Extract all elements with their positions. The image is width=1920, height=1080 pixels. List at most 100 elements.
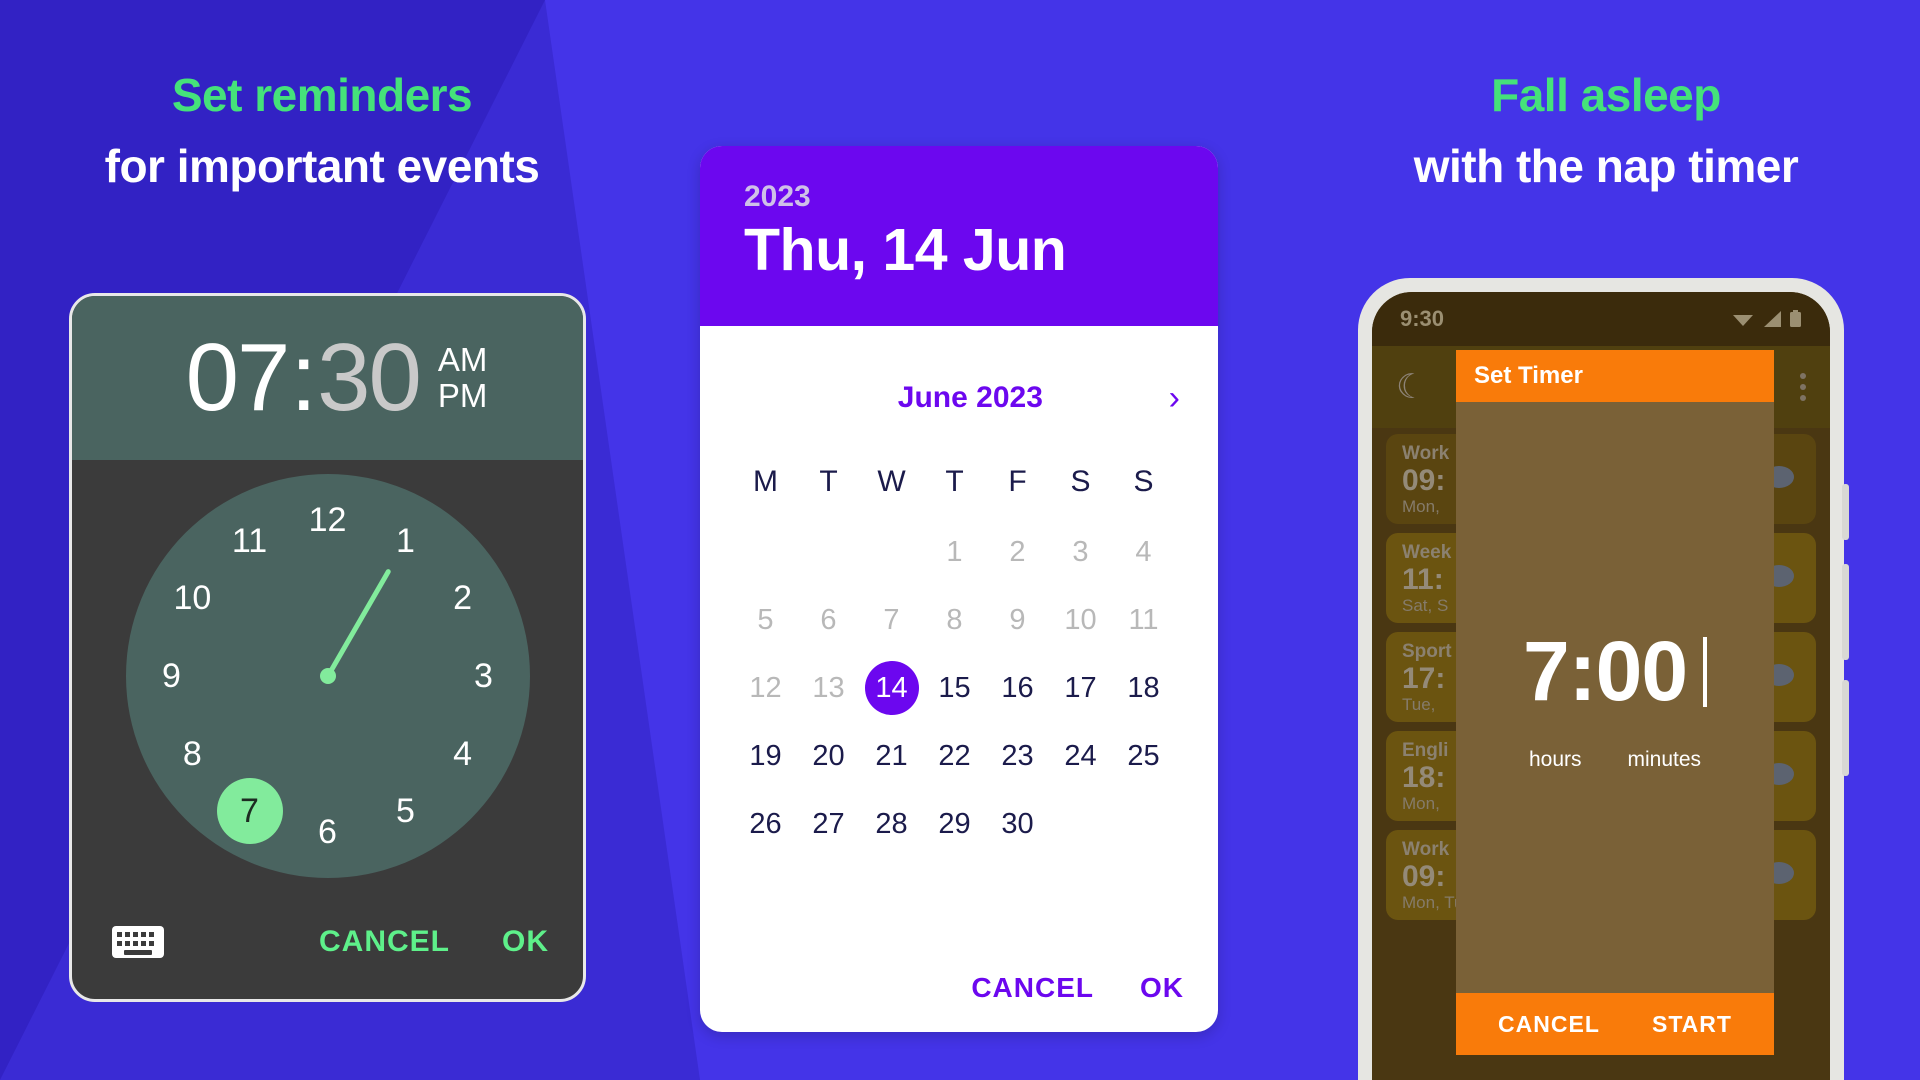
am-pm-selector[interactable]: AM PM: [438, 342, 488, 413]
calendar-day-15[interactable]: 15: [923, 654, 986, 722]
phone-screen: 9:30 ☾ Work 09: Mon, Week 11: Sat, S Sport 17: T…: [1372, 292, 1830, 1080]
calendar-day-6: 6: [820, 603, 837, 636]
weekday-header-2: W: [877, 465, 906, 498]
headline-right: Fall asleep with the nap timer: [1296, 66, 1916, 196]
time-picker-cancel-button[interactable]: CANCEL: [319, 925, 450, 959]
set-timer-dialog: Set Timer 7:00 hours minutes CANCEL STAR…: [1456, 350, 1774, 1055]
clock-hour-1[interactable]: 1: [376, 511, 436, 571]
clock-hour-12[interactable]: 12: [298, 490, 358, 550]
headline-left-line1: Set reminders: [171, 69, 473, 121]
am-option[interactable]: AM: [438, 342, 488, 378]
cellular-signal-icon: [1764, 311, 1781, 327]
calendar-week-row: 26 27 28 29 30: [734, 790, 1184, 858]
timer-start-button[interactable]: START: [1652, 1011, 1732, 1038]
clock-hour-9[interactable]: 9: [142, 646, 202, 706]
minutes-label: minutes: [1627, 748, 1702, 771]
clock-hour-2[interactable]: 2: [433, 568, 493, 628]
pm-option[interactable]: PM: [438, 378, 488, 414]
weekday-header-6: S: [1133, 465, 1154, 498]
calendar-day-24[interactable]: 24: [1049, 722, 1112, 790]
keyboard-icon[interactable]: [112, 924, 164, 960]
calendar-day-12: 12: [749, 671, 782, 704]
time-picker-footer: CANCEL OK: [72, 885, 583, 999]
set-timer-body[interactable]: 7:00 hours minutes: [1456, 402, 1774, 993]
clock-hour-6[interactable]: 6: [298, 802, 358, 862]
calendar-day-empty: [1049, 790, 1112, 858]
calendar-day-21[interactable]: 21: [860, 722, 923, 790]
calendar-day-empty: [1112, 790, 1175, 858]
date-picker-ok-button[interactable]: OK: [1140, 972, 1184, 1004]
calendar-weeks: 1 2 3 4 5 6 7 8 9 10 11 12 13 14 15 16 17 18 19 20 21 22 23 24 2…: [734, 518, 1184, 858]
time-picker-ok-button[interactable]: OK: [502, 925, 549, 959]
phone-side-button-mute[interactable]: [1842, 484, 1849, 540]
minute-value[interactable]: 30: [317, 323, 422, 433]
date-picker-actions: CANCEL OK: [971, 972, 1184, 1004]
headline-left: Set reminders for important events: [12, 66, 632, 196]
set-timer-actions: CANCEL START: [1456, 993, 1774, 1055]
hours-label: hours: [1528, 748, 1582, 771]
calendar-day-29[interactable]: 29: [923, 790, 986, 858]
timer-cancel-button[interactable]: CANCEL: [1498, 1011, 1600, 1038]
clock-hour-11[interactable]: 11: [220, 511, 280, 571]
weekday-header-5: S: [1070, 465, 1091, 498]
timer-value-row: 7:00: [1523, 623, 1708, 720]
phone-side-button-volume[interactable]: [1842, 564, 1849, 660]
clock-hour-5[interactable]: 5: [376, 781, 436, 841]
calendar-week-row: 1 2 3 4: [734, 518, 1184, 586]
weekday-header-row: MTWTFSS: [734, 446, 1184, 518]
calendar-day-30[interactable]: 30: [986, 790, 1049, 858]
text-cursor: [1703, 636, 1708, 707]
calendar-grid: MTWTFSS 1 2 3 4 5 6 7 8 9 10 11 12 13 14 15 16 17 18 19 20 2…: [700, 446, 1218, 858]
calendar-day-18[interactable]: 18: [1112, 654, 1175, 722]
calendar-day-20[interactable]: 20: [797, 722, 860, 790]
moon-icon[interactable]: ☾: [1396, 370, 1426, 404]
calendar-day-13: 13: [812, 671, 845, 704]
selected-date[interactable]: Thu, 14 Jun: [744, 216, 1218, 284]
wifi-icon: [1733, 315, 1753, 326]
time-picker-dialog: 07 : 30 AM PM 12 12 3 456 8 9 1011 7: [69, 293, 586, 1002]
month-navigation-row: June 2023 ›: [700, 350, 1218, 446]
calendar-day-selected[interactable]: 14: [860, 654, 923, 722]
headline-right-line1: Fall asleep: [1491, 69, 1721, 121]
clock-hour-8[interactable]: 8: [162, 724, 222, 784]
headline-right-line2: with the nap timer: [1413, 139, 1799, 192]
calendar-day-17[interactable]: 17: [1049, 654, 1112, 722]
clock-face[interactable]: 12 1 2 3 4 5 6 8 9 10 11 7: [125, 474, 530, 878]
timer-value[interactable]: 7:00: [1523, 623, 1688, 720]
calendar-week-row: 19 20 21 22 23 24 25: [734, 722, 1184, 790]
month-title[interactable]: June 2023: [738, 381, 1169, 415]
clock-dial-area[interactable]: 12 1 2 3 4 5 6 8 9 10 11 7: [72, 460, 583, 888]
selected-year[interactable]: 2023: [744, 180, 1218, 214]
clock-hour-4[interactable]: 4: [433, 724, 493, 784]
date-picker-cancel-button[interactable]: CANCEL: [971, 972, 1094, 1004]
calendar-day-16[interactable]: 16: [986, 654, 1049, 722]
time-colon: :: [290, 324, 317, 431]
calendar-day-1: 1: [946, 535, 963, 568]
calendar-day-26[interactable]: 26: [734, 790, 797, 858]
status-bar-time: 9:30: [1400, 306, 1445, 331]
clock-hour-selected[interactable]: 7: [216, 778, 283, 845]
weekday-header-4: F: [1008, 465, 1027, 498]
clock-hour-3[interactable]: 3: [454, 646, 514, 706]
calendar-day-27[interactable]: 27: [797, 790, 860, 858]
overflow-menu-icon[interactable]: [1800, 373, 1806, 401]
calendar-day-23[interactable]: 23: [986, 722, 1049, 790]
calendar-week-row: 12 13 14 15 16 17 18: [734, 654, 1184, 722]
clock-hand[interactable]: [325, 568, 392, 678]
clock-hour-10[interactable]: 10: [162, 568, 222, 628]
phone-side-button-power[interactable]: [1842, 680, 1849, 776]
calendar-day-22[interactable]: 22: [923, 722, 986, 790]
calendar-week-row: 5 6 7 8 9 10 11: [734, 586, 1184, 654]
calendar-day-19[interactable]: 19: [734, 722, 797, 790]
chevron-right-icon[interactable]: ›: [1169, 381, 1180, 415]
calendar-day-empty: [734, 518, 797, 586]
hour-value[interactable]: 07: [186, 323, 291, 433]
calendar-day-4: 4: [1135, 535, 1152, 568]
calendar-day-11: 11: [1128, 603, 1159, 636]
calendar-day-5: 5: [757, 603, 774, 636]
calendar-day-25[interactable]: 25: [1112, 722, 1175, 790]
timer-unit-labels: hours minutes: [1529, 748, 1701, 772]
calendar-day-8: 8: [946, 603, 963, 636]
set-timer-title: Set Timer: [1456, 350, 1774, 402]
calendar-day-28[interactable]: 28: [860, 790, 923, 858]
